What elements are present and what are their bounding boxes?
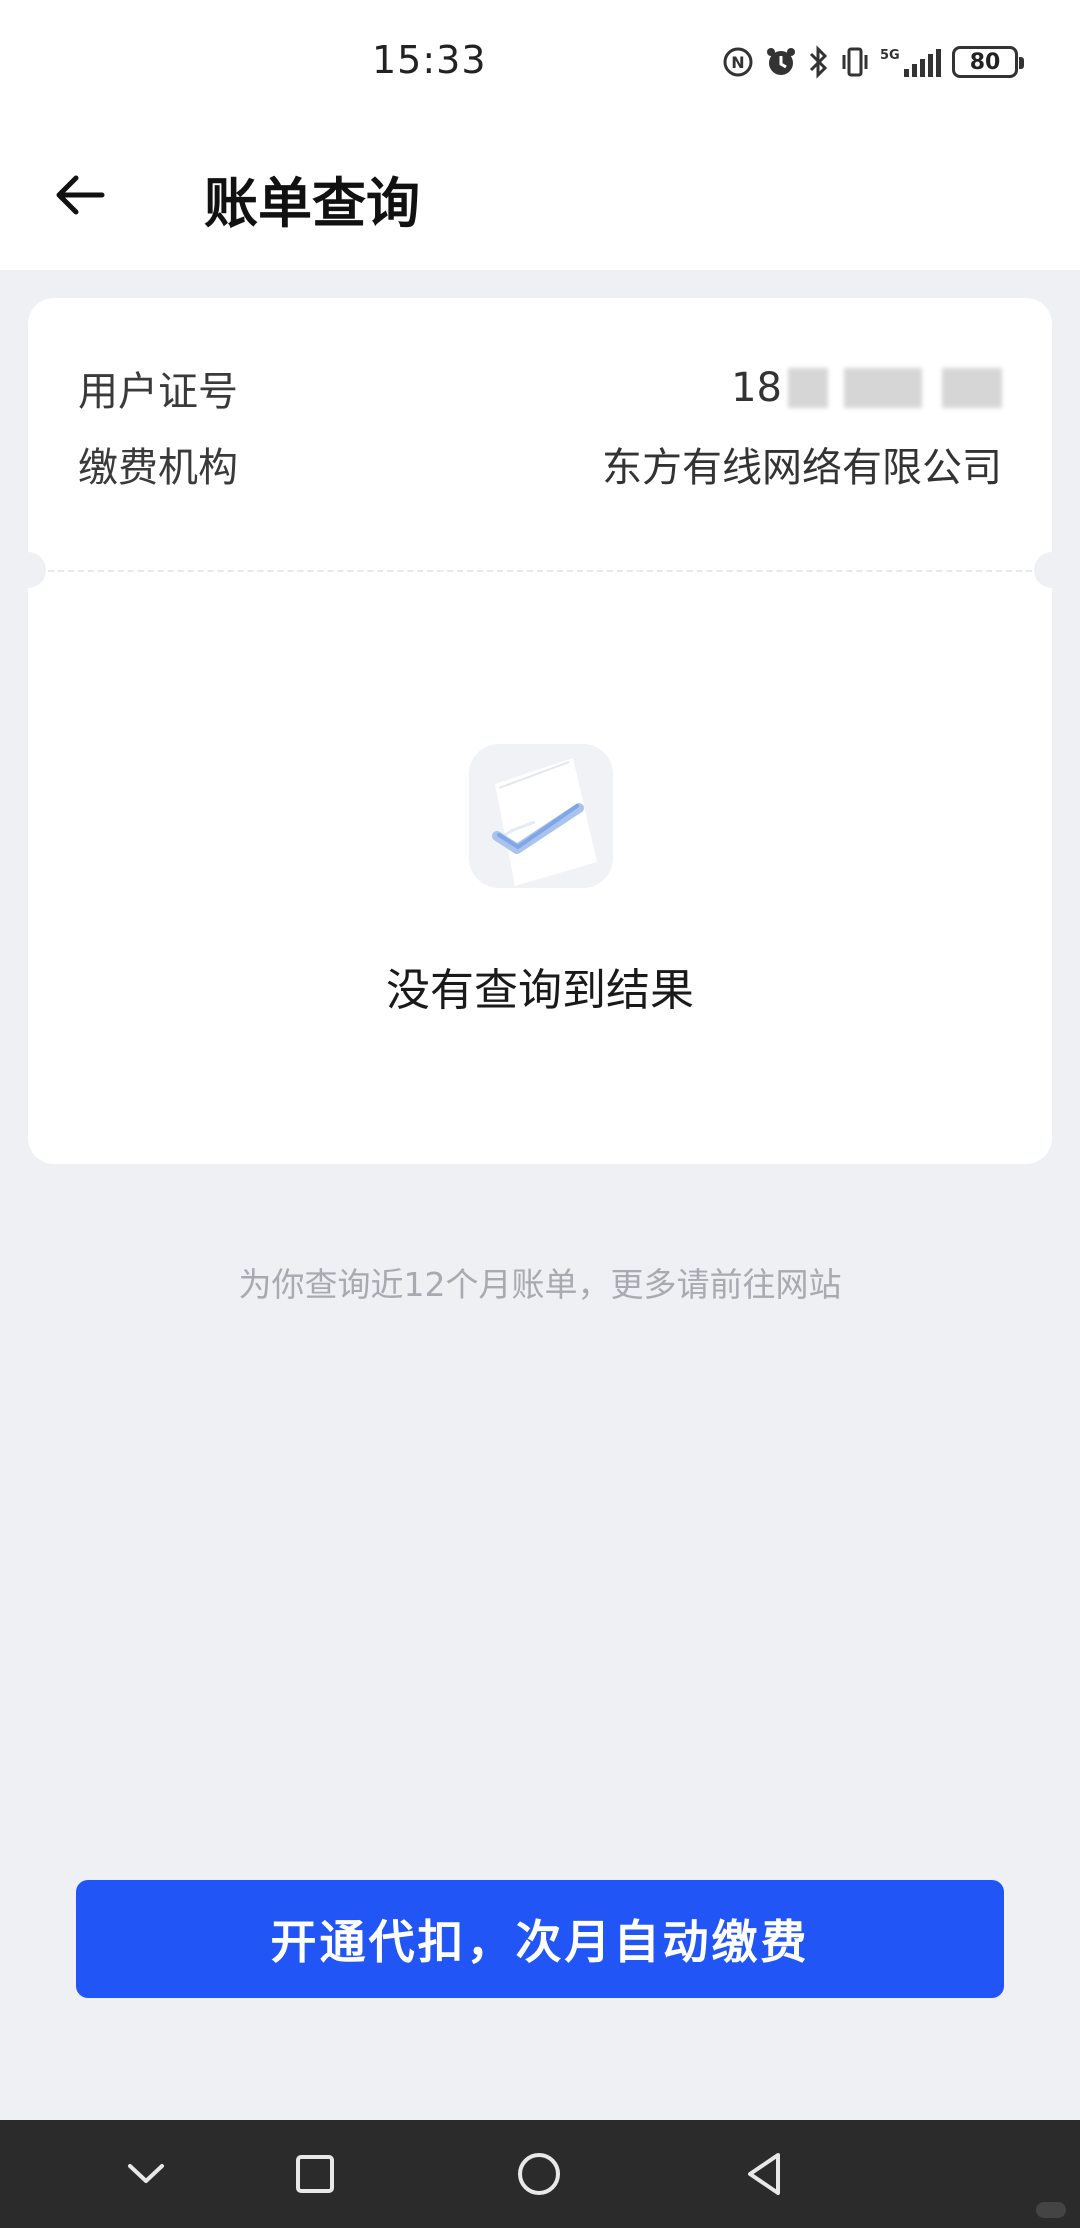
nav-recents-button[interactable] xyxy=(289,2148,341,2200)
svg-text:N: N xyxy=(731,53,744,72)
bill-result-card: 用户证号 18 缴费机构 东方有线网络有限公司 没有查询到结果 xyxy=(10,298,1070,1164)
hint-text: 为你查询近12个月账单，更多请前往网站 xyxy=(238,1265,842,1304)
user-id-text: 18 xyxy=(731,365,782,411)
status-icons: N 5G 80 xyxy=(722,42,1024,82)
institution-value: 东方有线网络有限公司 xyxy=(602,445,1002,491)
bluetooth-icon xyxy=(809,45,828,79)
checked-document-icon xyxy=(469,744,613,888)
redaction-mask xyxy=(844,368,922,408)
status-time: 15:33 xyxy=(372,38,487,82)
circle-icon xyxy=(518,2153,560,2195)
watermark-badge xyxy=(1036,2202,1066,2218)
card-notch-left xyxy=(10,552,46,588)
arrow-left-icon xyxy=(56,175,105,215)
signal-icon: 5G xyxy=(880,48,941,77)
back-button[interactable] xyxy=(50,165,110,225)
user-id-value: 18 xyxy=(731,365,1002,411)
institution-row: 缴费机构 东方有线网络有限公司 xyxy=(78,434,1002,494)
triangle-back-icon xyxy=(748,2153,780,2195)
nav-home-button[interactable] xyxy=(513,2148,565,2200)
redaction-mask xyxy=(788,368,828,408)
battery-icon: 80 xyxy=(952,46,1024,78)
redaction-mask xyxy=(942,368,1002,408)
institution-label: 缴费机构 xyxy=(78,445,238,491)
card-notch-right xyxy=(1034,552,1070,588)
status-bar: 15:33 N 5G 80 xyxy=(0,0,1080,125)
user-id-label: 用户证号 xyxy=(78,369,238,415)
user-id-row: 用户证号 18 xyxy=(78,358,1002,418)
svg-text:5G: 5G xyxy=(880,48,900,63)
chevron-down-icon xyxy=(128,2164,164,2183)
vibrate-icon xyxy=(842,47,868,77)
system-nav-bar xyxy=(0,2120,1080,2228)
header: 账单查询 xyxy=(0,125,1080,270)
page-title: 账单查询 xyxy=(204,172,420,235)
enable-auto-pay-button[interactable]: 开通代扣，次月自动缴费 xyxy=(76,1880,1004,1998)
nav-collapse-button[interactable] xyxy=(120,2148,172,2200)
nfc-icon: N xyxy=(723,47,753,77)
battery-level: 80 xyxy=(969,49,1001,75)
square-icon xyxy=(296,2155,334,2193)
empty-result-text: 没有查询到结果 xyxy=(386,965,694,1016)
alarm-icon xyxy=(767,48,795,75)
dashed-divider xyxy=(28,570,1052,572)
nav-back-button[interactable] xyxy=(738,2148,790,2200)
